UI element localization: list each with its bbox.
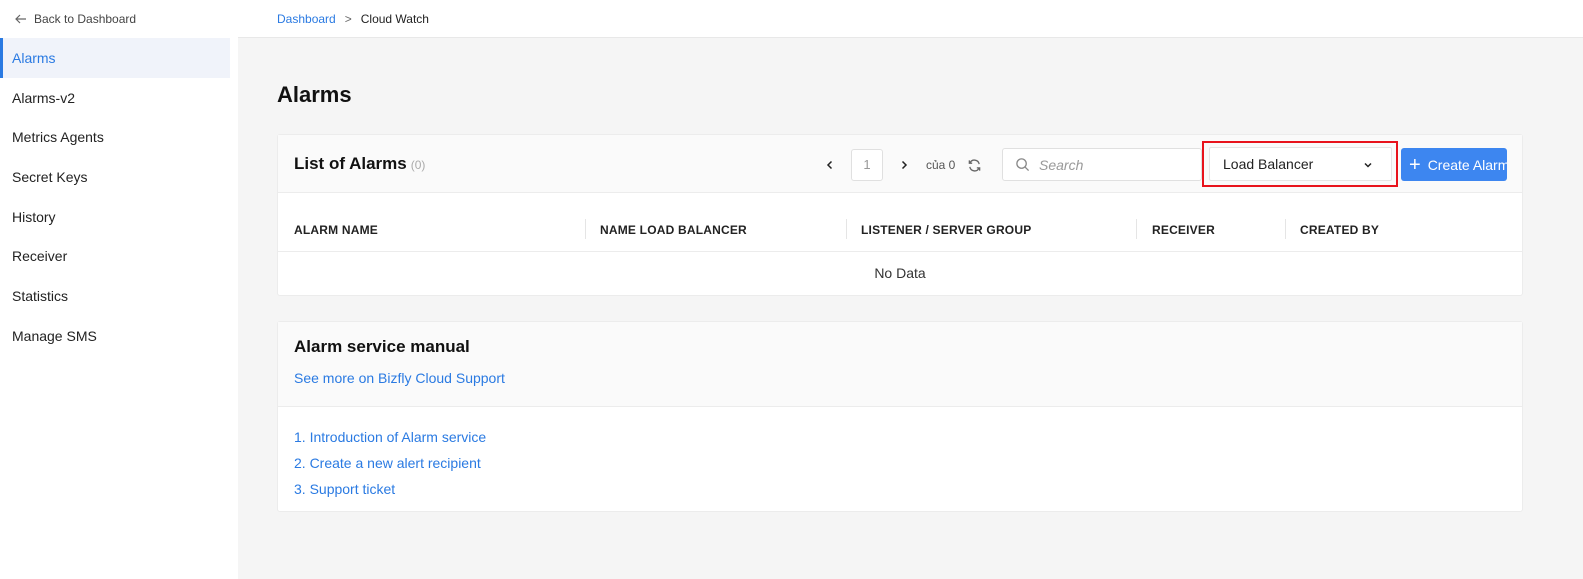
- column-header-name-load-balancer[interactable]: NAME LOAD BALANCER: [600, 223, 747, 237]
- table-header: ALARM NAME NAME LOAD BALANCER LISTENER /…: [278, 193, 1522, 252]
- manual-link-introduction[interactable]: 1. Introduction of Alarm service: [294, 424, 1506, 450]
- create-alarm-label: Create Alarm: [1427, 156, 1507, 173]
- refresh-icon: [968, 158, 981, 172]
- search-input[interactable]: [1039, 156, 1189, 173]
- manual-header: Alarm service manual See more on Bizfly …: [278, 322, 1522, 407]
- create-alarm-button[interactable]: + Create Alarm: [1401, 148, 1507, 181]
- page-number-input[interactable]: 1: [851, 149, 883, 181]
- empty-state: No Data: [874, 265, 926, 281]
- sidebar: Back to Dashboard Alarms Alarms-v2 Metri…: [0, 0, 238, 579]
- page-title: Alarms: [277, 82, 352, 107]
- sidebar-item-receiver[interactable]: Receiver: [0, 236, 230, 276]
- list-title-text: List of Alarms: [294, 154, 407, 173]
- column-divider: [1136, 219, 1137, 239]
- refresh-button[interactable]: [964, 155, 984, 175]
- column-divider: [1285, 219, 1286, 239]
- prev-page-button[interactable]: [818, 149, 842, 181]
- highlight-frame: Load Balancer: [1202, 141, 1398, 187]
- select-value: Load Balancer: [1223, 156, 1314, 172]
- sidebar-item-alarms-v2[interactable]: Alarms-v2: [0, 78, 230, 118]
- support-link[interactable]: See more on Bizfly Cloud Support: [294, 370, 1506, 386]
- column-header-created-by[interactable]: CREATED BY: [1300, 223, 1379, 237]
- resource-type-select[interactable]: Load Balancer: [1209, 147, 1392, 181]
- manual-link-support-ticket[interactable]: 3. Support ticket: [294, 476, 1506, 502]
- manual-title: Alarm service manual: [294, 337, 470, 356]
- column-header-alarm-name[interactable]: ALARM NAME: [294, 223, 378, 237]
- page-total-label: của 0: [926, 158, 956, 172]
- next-page-button[interactable]: [892, 149, 916, 181]
- plus-icon: +: [1409, 153, 1421, 176]
- sidebar-item-history[interactable]: History: [0, 197, 230, 237]
- sidebar-item-metrics-agents[interactable]: Metrics Agents: [0, 117, 230, 157]
- sidebar-item-alarms[interactable]: Alarms: [0, 38, 230, 78]
- breadcrumb-current: Cloud Watch: [360, 11, 429, 26]
- pagination: 1 của 0: [818, 149, 984, 181]
- list-title: List of Alarms (0): [294, 154, 425, 174]
- sidebar-item-statistics[interactable]: Statistics: [0, 276, 230, 316]
- manual-card: Alarm service manual See more on Bizfly …: [277, 321, 1523, 512]
- list-count: (0): [410, 158, 426, 172]
- chevron-down-icon: [1364, 162, 1372, 168]
- sidebar-item-manage-sms[interactable]: Manage SMS: [0, 316, 230, 356]
- breadcrumb: Dashboard > Cloud Watch: [238, 0, 1583, 38]
- breadcrumb-separator: >: [344, 11, 352, 26]
- back-link-label: Back to Dashboard: [34, 12, 137, 26]
- sidebar-item-secret-keys[interactable]: Secret Keys: [0, 157, 230, 197]
- column-divider: [846, 219, 847, 239]
- column-divider: [585, 219, 586, 239]
- alarms-list-card: List of Alarms (0) 1 của 0 Search Load B…: [277, 134, 1523, 296]
- arrow-left-icon: [15, 14, 26, 24]
- alarms-list-header: List of Alarms (0) 1 của 0 Search Load B…: [278, 135, 1522, 193]
- column-header-listener-server-group[interactable]: LISTENER / SERVER GROUP: [861, 223, 1031, 237]
- sidebar-nav: Alarms Alarms-v2 Metrics Agents Secret K…: [0, 38, 238, 356]
- breadcrumb-dashboard-link[interactable]: Dashboard: [277, 12, 336, 26]
- search-icon: [1016, 158, 1030, 172]
- chevron-right-icon: [901, 160, 908, 170]
- manual-link-create-recipient[interactable]: 2. Create a new alert recipient: [294, 450, 1506, 476]
- column-header-receiver[interactable]: RECEIVER: [1152, 223, 1215, 237]
- chevron-left-icon: [826, 160, 833, 170]
- search-box: [1002, 148, 1202, 181]
- back-to-dashboard-link[interactable]: Back to Dashboard: [0, 0, 238, 38]
- manual-link-list: 1. Introduction of Alarm service 2. Crea…: [278, 407, 1522, 519]
